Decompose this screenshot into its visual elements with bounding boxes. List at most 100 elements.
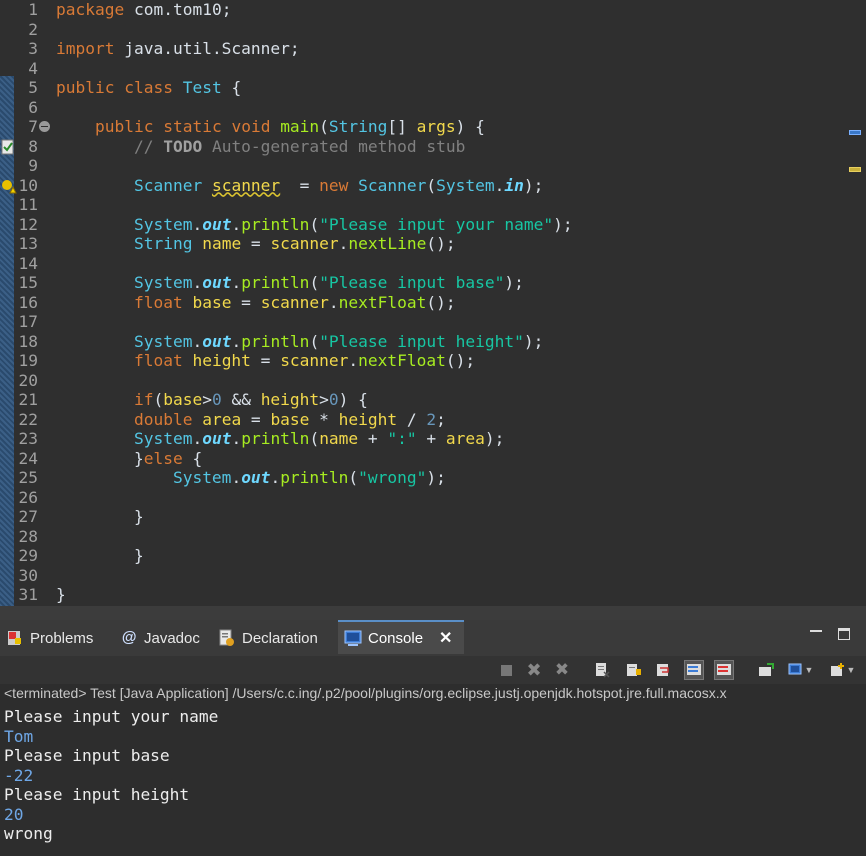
code-text[interactable]: String name = scanner.nextLine(); — [56, 234, 456, 254]
code-line[interactable]: 2 — [0, 20, 866, 40]
tab-javadoc[interactable]: @ Javadoc — [120, 620, 200, 656]
code-text[interactable]: System.out.println("Please input height"… — [56, 332, 543, 352]
open-console-icon[interactable] — [828, 660, 848, 680]
code-text[interactable]: import java.util.Scanner; — [56, 39, 300, 59]
close-icon[interactable]: ✕ — [439, 628, 452, 648]
clear-console-icon[interactable] — [592, 660, 612, 680]
chevron-down-icon[interactable]: ▼ — [804, 660, 814, 680]
tab-label: Javadoc — [144, 629, 200, 647]
show-on-stderr-icon[interactable] — [714, 660, 734, 680]
code-line[interactable]: 14 — [0, 254, 866, 274]
tab-label: Problems — [30, 629, 94, 647]
code-editor[interactable]: 1 package com.tom10; 2 3 import java.util.Sc… — [0, 0, 866, 606]
panel-splitter[interactable] — [0, 606, 866, 620]
code-text[interactable]: // TODO Auto-generated method stub — [56, 137, 465, 157]
overview-marker-warning[interactable] — [849, 167, 861, 172]
tab-declaration[interactable]: Declaration — [218, 620, 318, 656]
line-number: 17 — [18, 312, 39, 331]
code-line[interactable]: 7 public static void main(String[] args)… — [0, 117, 866, 137]
code-line[interactable]: 27 } — [0, 507, 866, 527]
line-number: 9 — [28, 156, 38, 175]
task-marker-icon[interactable] — [1, 139, 17, 155]
code-line[interactable]: 23 System.out.println(name + ":" + area)… — [0, 429, 866, 449]
code-text[interactable]: }else { — [56, 449, 202, 469]
tab-label: Declaration — [242, 629, 318, 647]
code-line[interactable]: 6 — [0, 98, 866, 118]
code-line[interactable]: 18 System.out.println("Please input heig… — [0, 332, 866, 352]
code-line[interactable]: 29 } — [0, 546, 866, 566]
code-text[interactable]: float base = scanner.nextFloat(); — [56, 293, 456, 313]
remove-launch-icon[interactable]: ✖ — [524, 660, 544, 680]
scroll-lock-icon[interactable] — [624, 660, 644, 680]
code-text[interactable]: if(base>0 && height>0) { — [56, 390, 368, 410]
warning-marker-icon[interactable] — [1, 178, 17, 194]
line-number: 23 — [18, 429, 39, 448]
line-number: 8 — [28, 136, 38, 156]
code-line[interactable]: 1 package com.tom10; — [0, 0, 866, 20]
line-number: 30 — [18, 565, 39, 585]
pin-console-icon[interactable] — [756, 660, 776, 680]
code-text[interactable]: public class Test { — [56, 78, 241, 98]
view-tab-bar: Problems @ Javadoc Declaration Console ✕ — [0, 620, 866, 656]
line-number: 3 — [28, 39, 38, 58]
code-line[interactable]: 26 — [0, 488, 866, 508]
code-text[interactable]: System.out.println(name + ":" + area); — [56, 429, 504, 449]
line-number: 4 — [28, 58, 38, 78]
terminate-icon[interactable] — [496, 660, 516, 680]
code-text[interactable]: System.out.println("wrong"); — [56, 468, 446, 488]
chevron-down-icon[interactable]: ▼ — [846, 660, 856, 680]
tab-problems[interactable]: Problems — [6, 620, 93, 656]
line-number: 13 — [18, 234, 39, 253]
code-text[interactable]: System.out.println("Please input your na… — [56, 215, 573, 235]
code-line[interactable]: 5 public class Test { — [0, 78, 866, 98]
code-text[interactable]: } — [56, 546, 144, 566]
line-number: 24 — [18, 448, 39, 468]
code-text[interactable]: } — [56, 507, 144, 527]
line-number: 19 — [18, 351, 39, 370]
code-line[interactable]: 4 — [0, 59, 866, 79]
code-line[interactable]: 13 String name = scanner.nextLine(); — [0, 234, 866, 254]
code-line[interactable]: 3 import java.util.Scanner; — [0, 39, 866, 59]
code-line[interactable]: 22 double area = base * height / 2; — [0, 410, 866, 430]
code-line[interactable]: 10 Scanner scanner = new Scanner(System.… — [0, 176, 866, 196]
code-line[interactable]: 12 System.out.println("Please input your… — [0, 215, 866, 235]
line-number: 20 — [18, 370, 39, 390]
code-line[interactable]: 20 — [0, 371, 866, 391]
console-output-line: wrong — [4, 824, 53, 843]
declaration-icon — [219, 629, 234, 646]
code-line[interactable]: 11 — [0, 195, 866, 215]
code-text[interactable]: package com.tom10; — [56, 0, 231, 20]
code-line[interactable]: 16 float base = scanner.nextFloat(); — [0, 293, 866, 313]
problems-icon — [8, 631, 21, 645]
code-line[interactable]: 30 — [0, 566, 866, 586]
code-line[interactable]: 19 float height = scanner.nextFloat(); — [0, 351, 866, 371]
code-line[interactable]: 25 System.out.println("wrong"); — [0, 468, 866, 488]
show-on-stdout-icon[interactable] — [684, 660, 704, 680]
console-icon — [344, 630, 362, 646]
line-number: 25 — [18, 468, 39, 487]
line-number: 27 — [18, 507, 39, 526]
code-line[interactable]: 9 — [0, 156, 866, 176]
code-line[interactable]: 21 if(base>0 && height>0) { — [0, 390, 866, 410]
code-line[interactable]: 15 System.out.println("Please input base… — [0, 273, 866, 293]
code-text[interactable]: float height = scanner.nextFloat(); — [56, 351, 475, 371]
word-wrap-icon[interactable] — [654, 660, 674, 680]
display-console-icon[interactable] — [786, 660, 806, 680]
overview-marker-info[interactable] — [849, 130, 861, 135]
code-text[interactable]: public static void main(String[] args) { — [56, 117, 485, 137]
console-input-line: Tom — [4, 726, 34, 746]
code-line[interactable]: 17 — [0, 312, 866, 332]
code-text[interactable]: Scanner scanner = new Scanner(System.in)… — [56, 176, 543, 196]
code-line[interactable]: 28 — [0, 527, 866, 547]
code-text[interactable]: } — [56, 585, 66, 605]
minimize-icon[interactable] — [810, 630, 822, 632]
tab-console[interactable]: Console ✕ — [338, 620, 464, 654]
code-text[interactable]: System.out.println("Please input base"); — [56, 273, 524, 293]
code-line[interactable]: 8 // TODO Auto-generated method stub — [0, 137, 866, 157]
fold-toggle-icon[interactable] — [39, 121, 50, 132]
code-line[interactable]: 24 }else { — [0, 449, 866, 469]
code-text[interactable]: double area = base * height / 2; — [56, 410, 446, 430]
code-line[interactable]: 31} — [0, 585, 866, 605]
remove-all-terminated-icon[interactable]: ✖ — [552, 660, 572, 680]
maximize-icon[interactable] — [838, 628, 850, 640]
